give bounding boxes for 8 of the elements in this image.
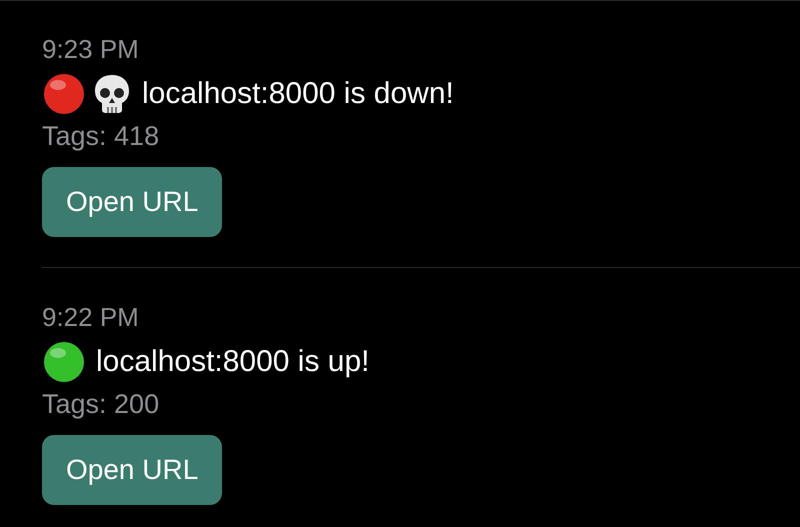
timestamp: 9:23 PM xyxy=(42,34,139,64)
open-url-button[interactable]: Open URL xyxy=(42,167,222,237)
open-url-button[interactable]: Open URL xyxy=(42,435,222,505)
message-text: localhost:8000 is down! xyxy=(142,76,454,112)
tags-label: Tags: 200 xyxy=(42,388,160,420)
timestamp: 9:22 PM xyxy=(42,302,139,332)
tags-label: Tags: 418 xyxy=(42,120,160,152)
message-text: localhost:8000 is up! xyxy=(96,344,370,380)
